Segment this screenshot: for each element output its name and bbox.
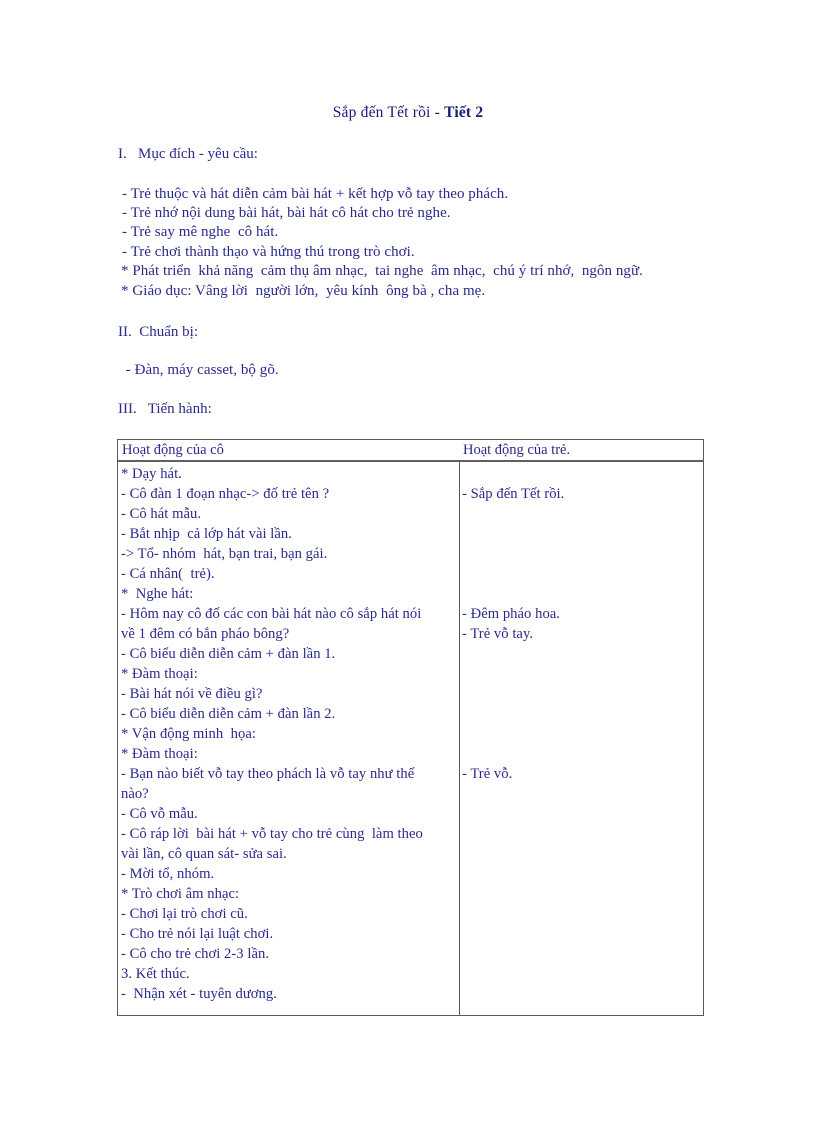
table-row: * Đàm thoại: bbox=[121, 746, 198, 762]
section-heading-1: I. Mục đích - yêu cầu: bbox=[118, 146, 258, 162]
table-header-row: Hoạt động của cô Hoạt động của trẻ. bbox=[118, 440, 703, 462]
table-row: - Cô đàn 1 đoạn nhạc-> đố trẻ tên ? bbox=[121, 486, 330, 502]
objective-line-6: * Giáo dục: Vâng lời người lớn, yêu kính… bbox=[121, 283, 486, 299]
activities-table: Hoạt động của cô Hoạt động của trẻ. * Dạ… bbox=[117, 439, 704, 1016]
table-row: * Dạy hát. bbox=[121, 466, 182, 482]
table-row: -> Tổ- nhóm hát, bạn trai, bạn gái. bbox=[121, 546, 328, 562]
table-row: - Cô cho trẻ chơi 2-3 lần. bbox=[121, 946, 270, 962]
document-page: Sắp đến Tết rồi - Tiết 2 I. Mục đích - y… bbox=[0, 0, 816, 1123]
table-row: - Cô biểu diễn diễn cảm + đàn lần 2. bbox=[121, 706, 336, 722]
table-row: - Trẻ vỗ. bbox=[462, 766, 513, 782]
preparation-line-1: - Đàn, máy casset, bộ gõ. bbox=[122, 362, 279, 378]
table-row: - Cho trẻ nói lại luật chơi. bbox=[121, 926, 274, 942]
table-header-children: Hoạt động của trẻ. bbox=[463, 442, 571, 458]
table-row: - Cô ráp lời bài hát + vỗ tay cho trẻ cù… bbox=[121, 826, 423, 842]
table-row: - Bài hát nói về điều gì? bbox=[121, 686, 263, 702]
table-row: - Bắt nhịp cả lớp hát vài lần. bbox=[121, 526, 292, 542]
title-normal-part: Sắp đến Tết rồi - bbox=[332, 104, 445, 121]
table-row: * Vận động minh họa: bbox=[121, 726, 256, 742]
table-row: về 1 đêm có bắn pháo bông? bbox=[121, 626, 290, 642]
table-row: - Chơi lại trò chơi cũ. bbox=[121, 906, 248, 922]
table-row: nào? bbox=[121, 786, 149, 802]
objective-line-1: - Trẻ thuộc và hát diễn cảm bài hát + kế… bbox=[122, 186, 509, 202]
table-column-divider bbox=[459, 462, 460, 1015]
table-row: - Cô vỗ mẫu. bbox=[121, 806, 198, 822]
table-row: vài lần, cô quan sát- sửa sai. bbox=[121, 846, 287, 862]
section-heading-2: II. Chuẩn bị: bbox=[118, 324, 198, 340]
table-row: * Trò chơi âm nhạc: bbox=[121, 886, 240, 902]
table-row: - Nhận xét - tuyên dương. bbox=[121, 986, 277, 1002]
objective-line-2: - Trẻ nhớ nội dung bài hát, bài hát cô h… bbox=[122, 205, 451, 221]
objective-line-4: - Trẻ chơi thành thạo và hứng thú trong … bbox=[122, 244, 415, 260]
objective-line-3: - Trẻ say mê nghe cô hát. bbox=[122, 224, 279, 240]
table-row: * Đàm thoại: bbox=[121, 666, 198, 682]
table-row: - Sắp đến Tết rồi. bbox=[462, 486, 565, 502]
table-row: - Mời tổ, nhóm. bbox=[121, 866, 215, 882]
table-row: - Cá nhân( trẻ). bbox=[121, 566, 215, 582]
table-row: - Trẻ vỗ tay. bbox=[462, 626, 534, 642]
page-title: Sắp đến Tết rồi - Tiết 2 bbox=[0, 104, 816, 122]
title-bold-part: Tiết 2 bbox=[444, 104, 484, 121]
table-row: - Đêm pháo hoa. bbox=[462, 606, 561, 622]
table-row: - Cô hát mẫu. bbox=[121, 506, 202, 522]
objective-line-5: * Phát triển khả năng cảm thụ âm nhạc, t… bbox=[121, 263, 643, 279]
table-row: * Nghe hát: bbox=[121, 586, 194, 602]
table-header-teacher: Hoạt động của cô bbox=[122, 442, 224, 458]
table-row: 3. Kết thúc. bbox=[121, 966, 190, 982]
table-row: - Bạn nào biết vỗ tay theo phách là vỗ t… bbox=[121, 766, 415, 782]
table-row: - Hôm nay cô đố các con bài hát nào cô s… bbox=[121, 606, 422, 622]
table-row: - Cô biểu diễn diễn cảm + đàn lần 1. bbox=[121, 646, 336, 662]
section-heading-3: III. Tiến hành: bbox=[118, 401, 212, 417]
